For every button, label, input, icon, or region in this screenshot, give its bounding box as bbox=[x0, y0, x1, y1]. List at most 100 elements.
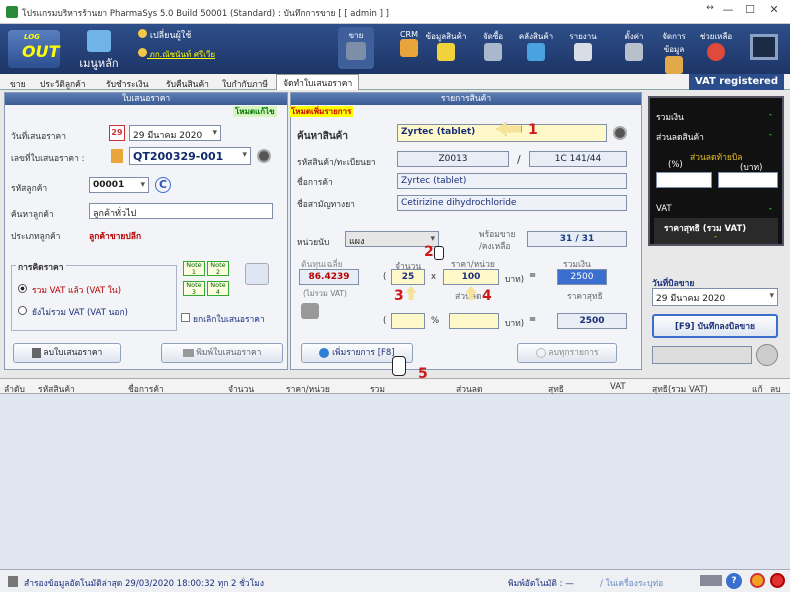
discount-amount-input[interactable] bbox=[449, 313, 499, 329]
product-list-button[interactable] bbox=[613, 126, 627, 140]
change-user-button[interactable]: เปลี่ยนผู้ใช้ bbox=[138, 28, 248, 42]
crm-button[interactable]: CRM bbox=[394, 30, 424, 59]
cancel-quote-label[interactable]: ยกเลิกใบเสนอราคา bbox=[193, 312, 265, 326]
tab-sell[interactable]: ขาย bbox=[4, 76, 32, 90]
customer-c-button[interactable]: C bbox=[155, 177, 171, 193]
vat-included-label[interactable]: รวม VAT แล้ว (VAT ใน) bbox=[32, 283, 121, 297]
net-total-label: ราคาสุทธิ (รวม VAT) bbox=[664, 224, 747, 234]
report-icon bbox=[574, 43, 592, 61]
quantity-input[interactable]: 25 bbox=[391, 269, 425, 285]
generic-name-label: ชื่อสามัญทางยา bbox=[297, 200, 355, 210]
customer-code-label: รหัสลูกค้า bbox=[11, 184, 48, 194]
bill-date-picker[interactable]: 29 มีนาคม 2020 ▾ bbox=[652, 288, 778, 306]
report-button[interactable]: รายงาน bbox=[564, 30, 602, 63]
user-avatar-icon bbox=[138, 48, 147, 57]
cancel-quote-checkbox[interactable] bbox=[181, 313, 190, 322]
total-label: รวมเงิน bbox=[656, 113, 684, 123]
bill-discount-baht-input[interactable] bbox=[718, 172, 778, 188]
close-button[interactable]: ✕ bbox=[764, 3, 784, 19]
pill-icon bbox=[437, 43, 455, 61]
note3-button[interactable]: Note 3 bbox=[183, 281, 205, 296]
customer-type-value: ลูกค้าขายปลีก bbox=[89, 232, 142, 242]
print-quote-button[interactable]: พิมพ์ใบเสนอราคา bbox=[161, 343, 283, 363]
items-table-header: ลำดับ รหัสสินค้า ชื่อการค้า จำนวน ราคา/ห… bbox=[0, 378, 790, 395]
product-info-button[interactable]: ข้อมูลสินค้า bbox=[424, 30, 468, 63]
note1-button[interactable]: Note 1 bbox=[183, 261, 205, 276]
help-button[interactable]: ช่วยเหลือ bbox=[696, 30, 736, 63]
document-icon bbox=[111, 149, 123, 163]
restore-size-icon[interactable]: ↔ bbox=[700, 3, 720, 19]
customer-code-select[interactable]: 00001 ▾ bbox=[89, 177, 149, 193]
screen-icon[interactable] bbox=[750, 34, 778, 60]
clear-icon[interactable] bbox=[756, 344, 778, 366]
discount-percent-input[interactable] bbox=[391, 313, 425, 329]
open-paren-1: ( bbox=[383, 272, 387, 282]
tab-quotation[interactable]: จัดทำใบเสนอราคา bbox=[276, 74, 360, 90]
delete-quote-button[interactable]: ลบใบเสนอราคา bbox=[13, 343, 121, 363]
chevron-down-icon: ▾ bbox=[140, 180, 145, 190]
discount-tool-icon[interactable] bbox=[301, 303, 319, 319]
equals-sign-2: = bbox=[529, 315, 537, 325]
maximize-button[interactable]: ☐ bbox=[740, 3, 760, 19]
quote-date-picker[interactable]: 29 มีนาคม 2020 ▾ bbox=[129, 125, 221, 141]
search-customer-label: ค้นหาลูกค้า bbox=[11, 210, 54, 220]
lifebuoy-icon bbox=[707, 43, 725, 61]
printer-icon[interactable] bbox=[700, 575, 722, 586]
step-1-marker: 1 bbox=[528, 122, 538, 138]
help-icon[interactable]: ? bbox=[726, 573, 742, 589]
note4-button[interactable]: Note 4 bbox=[207, 281, 229, 296]
sell-button[interactable]: ขาย bbox=[338, 27, 374, 69]
vat-registered-label: VAT registered bbox=[688, 74, 784, 90]
crm-icon bbox=[400, 39, 418, 57]
stock-button[interactable]: คลังสินค้า bbox=[514, 30, 558, 63]
logout-button[interactable]: LOG OUT bbox=[8, 30, 60, 68]
calendar-icon[interactable]: 29 bbox=[109, 125, 125, 141]
vat-label: VAT bbox=[656, 204, 672, 214]
product-code-field: Z0013 bbox=[397, 151, 509, 167]
chevron-down-icon: ▾ bbox=[242, 150, 247, 160]
tab-product-return[interactable]: รับคืนสินค้า bbox=[160, 76, 215, 90]
tab-customer-history[interactable]: ประวัติลูกค้า bbox=[34, 76, 92, 90]
tab-receive-payment[interactable]: รับชำระเงิน bbox=[100, 76, 155, 90]
purchase-button[interactable]: จัดซื้อ bbox=[478, 30, 508, 63]
unit-label: หน่วยนับ bbox=[297, 238, 330, 248]
quote-number-label: เลขที่ใบเสนอราคา : bbox=[11, 154, 85, 164]
step-4-marker: 4 bbox=[482, 288, 492, 304]
home-button[interactable]: เมนูหลัก bbox=[74, 30, 124, 72]
cursor-hand-icon bbox=[392, 356, 406, 376]
tab-tax-invoice[interactable]: ใบกำกับภาษี bbox=[216, 76, 274, 90]
sum-field: 2500 bbox=[557, 269, 607, 285]
edit-mode-badge: โหมดแก้ไข bbox=[233, 106, 277, 117]
printer-status-value: / ในเครื่องระบุท่อ bbox=[600, 579, 664, 589]
vat-excluded-radio[interactable] bbox=[18, 306, 27, 315]
chevron-down-icon: ▾ bbox=[430, 234, 435, 244]
save-to-bill-button[interactable]: [F9] บันทึกลงบิลขาย bbox=[652, 314, 778, 338]
total-value: - bbox=[768, 110, 772, 120]
barcode-input[interactable] bbox=[652, 346, 752, 364]
minimize-button[interactable]: — bbox=[718, 3, 738, 19]
settings-button[interactable]: ตั้งค่า bbox=[620, 30, 648, 63]
vat-included-radio[interactable] bbox=[18, 284, 27, 293]
vat-excluded-label[interactable]: ยังไม่รวม VAT (VAT นอก) bbox=[32, 305, 128, 319]
database-icon bbox=[665, 56, 683, 74]
e-icon[interactable] bbox=[750, 573, 765, 588]
step-2-marker: 2 bbox=[424, 244, 434, 260]
summary-panel: รวมเงิน - ส่วนลดสินค้า - ส่วนลดท้ายบิล (… bbox=[648, 96, 784, 246]
delete-all-items-button[interactable]: ลบทุกรายการ bbox=[517, 343, 617, 363]
quote-number-select[interactable]: QT200329-001 ▾ bbox=[129, 147, 251, 165]
search-customer-input[interactable]: ลูกค้าทั่วไป bbox=[89, 203, 273, 219]
registration-field: 1C 141/44 bbox=[529, 151, 627, 167]
note2-button[interactable]: Note 2 bbox=[207, 261, 229, 276]
unit-price-input[interactable]: 100 bbox=[443, 269, 499, 285]
check-icon bbox=[319, 347, 330, 358]
data-manage-button[interactable]: จัดการข้อมูล bbox=[654, 30, 694, 76]
bill-discount-percent-input[interactable] bbox=[656, 172, 712, 188]
refresh-icon[interactable] bbox=[245, 263, 269, 285]
search-product-label: ค้นหาสินค้า bbox=[297, 131, 348, 142]
quote-date-label: วันที่เสนอราคา bbox=[11, 132, 66, 142]
multiply-sign: x bbox=[431, 272, 437, 282]
vat-value: - bbox=[768, 204, 772, 214]
r-icon[interactable] bbox=[770, 573, 785, 588]
quote-list-button[interactable] bbox=[257, 149, 271, 163]
backup-status: สำรองข้อมูลอัตโนมัติล่าสุด 29/03/2020 18… bbox=[24, 579, 265, 589]
